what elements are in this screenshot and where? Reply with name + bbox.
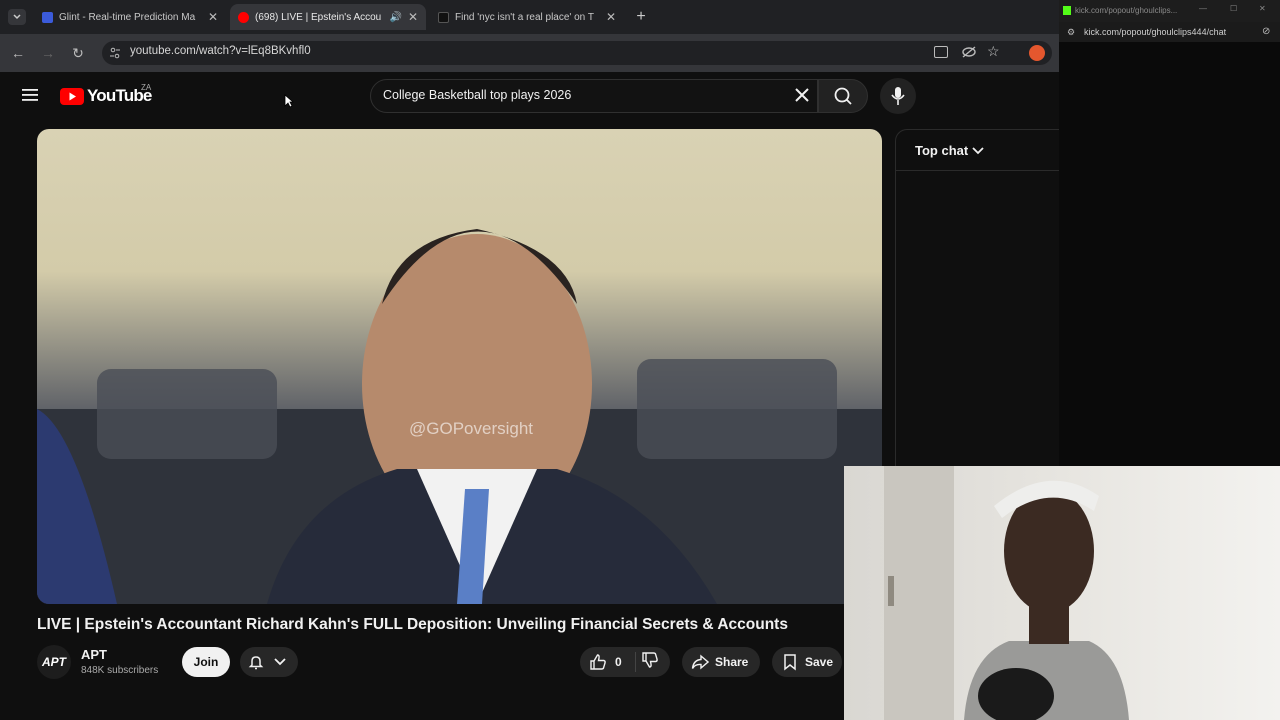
kick-logo-icon: [1063, 6, 1071, 15]
popout-url-text[interactable]: kick.com/popout/ghoulclips444/chat: [1084, 27, 1226, 37]
live-chat-panel: [895, 129, 1059, 469]
youtube-logo[interactable]: YouTube: [60, 86, 152, 106]
video-player[interactable]: @GOPoversight: [37, 129, 882, 604]
youtube-play-icon: [60, 87, 84, 105]
chevron-down-icon: [274, 658, 286, 666]
speaker-icon[interactable]: 🔊: [389, 12, 401, 23]
chevron-down-icon: [13, 14, 21, 20]
reload-button[interactable]: ↻: [68, 43, 88, 63]
webcam-feed: [884, 466, 1129, 720]
clear-search-button[interactable]: [793, 86, 811, 104]
video-frame: [37, 229, 882, 604]
glint-favicon-icon: [42, 11, 53, 23]
bookmark-star-icon[interactable]: ☆: [987, 43, 1000, 60]
thumbs-up-icon: [590, 654, 606, 670]
save-button[interactable]: Save: [772, 647, 842, 677]
dislike-button[interactable]: [641, 651, 659, 674]
like-divider: [635, 652, 636, 672]
join-label: Join: [193, 655, 219, 669]
forward-button[interactable]: →: [38, 43, 58, 63]
video-title: LIVE | Epstein's Accountant Richard Kahn…: [37, 616, 788, 633]
tab-tiktok[interactable]: Find 'nyc isn't a real place' on T ✕: [430, 4, 624, 30]
webcam-overlay: [844, 466, 1280, 720]
eye-off-icon[interactable]: [961, 45, 977, 59]
subscriber-count: 848K subscribers: [81, 665, 159, 676]
search-icon: [834, 87, 852, 105]
youtube-favicon-icon: [238, 11, 249, 23]
close-icon[interactable]: ✕: [408, 10, 418, 24]
subscribed-notifications-button[interactable]: [240, 647, 298, 677]
close-icon[interactable]: ✕: [606, 10, 616, 24]
microphone-icon: [891, 87, 905, 105]
save-label: Save: [805, 655, 834, 669]
join-button[interactable]: Join: [182, 647, 230, 677]
share-label: Share: [715, 655, 749, 669]
tab-glint[interactable]: Glint - Real-time Prediction Ma ✕: [34, 4, 226, 30]
mouse-cursor-icon: [284, 94, 295, 113]
window-close-button[interactable]: ✕: [1259, 4, 1266, 13]
install-app-icon[interactable]: [934, 46, 948, 58]
like-count: 0: [615, 655, 622, 669]
thumbs-down-icon: [642, 652, 658, 668]
search-input[interactable]: College Basketball top plays 2026: [383, 88, 571, 102]
country-code: ZA: [141, 83, 152, 92]
bell-icon: [248, 656, 264, 670]
share-icon: [691, 654, 709, 670]
eye-off-icon[interactable]: ⊘: [1262, 26, 1270, 37]
maximize-button[interactable]: ☐: [1230, 4, 1237, 13]
popout-titlebar: kick.com/popout/ghoulclips... — ☐ ✕: [1059, 0, 1280, 22]
tab-list-button[interactable]: [8, 9, 26, 25]
url-text[interactable]: youtube.com/watch?v=lEq8BKvhfl0: [130, 45, 311, 57]
like-button[interactable]: 0: [580, 647, 635, 677]
share-button[interactable]: Share: [682, 647, 760, 677]
chat-header-divider: [895, 170, 1059, 171]
watermark-text: @GOPoversight: [409, 419, 534, 438]
close-icon[interactable]: ✕: [208, 10, 218, 24]
menu-icon[interactable]: [22, 88, 38, 102]
tab-title: Glint - Real-time Prediction Ma: [59, 11, 196, 23]
popout-address-bar[interactable]: ⚙ kick.com/popout/ghoulclips444/chat ⊘: [1059, 22, 1280, 42]
close-icon: [795, 88, 809, 102]
site-info-icon[interactable]: ⚙: [1067, 27, 1075, 38]
channel-avatar[interactable]: APT: [37, 645, 71, 679]
voice-search-button[interactable]: [880, 78, 916, 114]
chat-mode-dropdown[interactable]: Top chat: [915, 143, 984, 158]
popout-title-url: kick.com/popout/ghoulclips...: [1075, 6, 1178, 15]
new-tab-button[interactable]: +: [632, 8, 650, 26]
site-info-icon[interactable]: [108, 46, 122, 60]
tab-youtube[interactable]: (698) LIVE | Epstein's Accou 🔊 ✕: [230, 4, 426, 30]
chevron-down-icon: [972, 146, 984, 154]
extension-icon[interactable]: [1029, 45, 1045, 61]
tab-title: (698) LIVE | Epstein's Accou: [255, 11, 382, 23]
search-button[interactable]: [818, 79, 868, 113]
minimize-button[interactable]: —: [1199, 4, 1207, 13]
channel-name[interactable]: APT: [81, 647, 107, 662]
tab-title: Find 'nyc isn't a real place' on T: [455, 11, 594, 23]
chat-mode-label: Top chat: [915, 143, 969, 158]
back-button[interactable]: ←: [8, 43, 28, 63]
bookmark-icon: [784, 654, 796, 671]
avatar-text: APT: [42, 655, 66, 669]
tiktok-favicon-icon: [438, 11, 449, 23]
